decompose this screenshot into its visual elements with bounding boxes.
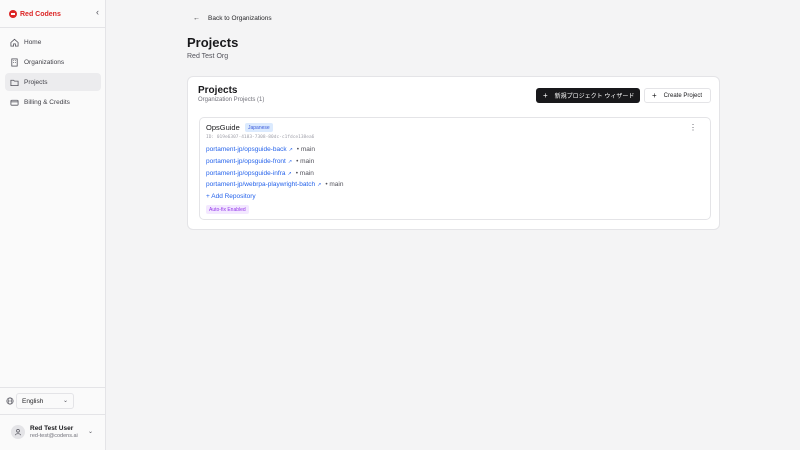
new-project-wizard-button[interactable]: + 新規プロジェクト ウィザード <box>536 88 640 103</box>
back-label: Back to Organizations <box>208 15 272 22</box>
user-email: red-test@codens.ai <box>30 433 78 439</box>
divider <box>0 387 106 388</box>
page-title: Projects <box>187 35 239 50</box>
create-project-button[interactable]: + Create Project <box>644 88 711 103</box>
autofix-badge: Auto-fix Enabled <box>206 205 249 214</box>
sidebar-item-label: Billing & Credits <box>24 98 70 106</box>
projects-card: Projects Organization Projects (1) + 新規プ… <box>187 76 720 230</box>
repo-link[interactable]: portament-jp/opsguide-back <box>206 146 287 153</box>
branch-label: • main <box>296 146 315 153</box>
repo-link[interactable]: portament-jp/opsguide-front <box>206 158 286 165</box>
repo-link[interactable]: portament-jp/opsguide-infra <box>206 170 286 177</box>
branch-label: • main <box>295 170 314 177</box>
language-select[interactable]: English ⌄ <box>16 393 74 409</box>
plus-icon: + <box>652 91 657 100</box>
repo-item: portament-jp/opsguide-infra ↗ • main <box>206 170 314 177</box>
project-name[interactable]: OpsGuide <box>206 123 240 132</box>
building-icon <box>10 57 19 67</box>
project-card: OpsGuide Japanese ⋮ ID: 019e6307-4183-73… <box>199 117 711 220</box>
home-icon <box>10 38 19 47</box>
add-repository-button[interactable]: + Add Repository <box>206 193 256 200</box>
wizard-label: 新規プロジェクト ウィザード <box>554 94 635 100</box>
sidebar-item-organizations[interactable]: Organizations <box>5 53 101 71</box>
brand-name: Red Codens <box>20 10 61 18</box>
repo-link[interactable]: portament-jp/webrpa-playwright-batch <box>206 181 315 188</box>
sidebar-item-billing[interactable]: Billing & Credits <box>5 93 101 111</box>
sidebar-item-label: Projects <box>24 78 48 86</box>
branch-label: • main <box>325 181 344 188</box>
branch-label: • main <box>296 158 315 165</box>
plus-icon: + <box>543 91 548 100</box>
language-badge: Japanese <box>245 123 273 132</box>
repo-item: portament-jp/webrpa-playwright-batch ↗ •… <box>206 181 343 188</box>
arrow-left-icon: ← <box>193 15 200 22</box>
folder-icon <box>10 78 19 87</box>
more-options-icon[interactable]: ⋮ <box>689 123 697 132</box>
card-title: Projects <box>198 85 238 96</box>
card-subtitle: Organization Projects (1) <box>198 97 265 103</box>
back-to-organizations-link[interactable]: ← Back to Organizations <box>193 15 272 22</box>
page-subtitle: Red Test Org <box>187 53 229 60</box>
external-link-icon: ↗ <box>288 146 293 153</box>
user-icon <box>15 429 21 436</box>
credit-card-icon <box>10 98 19 107</box>
external-link-icon: ↗ <box>287 170 292 177</box>
globe-icon <box>6 397 14 405</box>
project-id: ID: 019e6307-4183-7308-80dc-c1fdce138ea6 <box>206 135 315 140</box>
sidebar-item-label: Home <box>24 38 42 46</box>
language-value: English <box>22 397 44 405</box>
user-name: Red Test User <box>30 425 74 432</box>
avatar[interactable] <box>11 425 25 439</box>
collapse-sidebar-icon[interactable]: ‹ <box>96 7 99 17</box>
sidebar: Red Codens ‹ Home Organizations Projects… <box>0 0 106 450</box>
sidebar-item-projects[interactable]: Projects <box>5 73 101 91</box>
external-link-icon: ↗ <box>317 181 322 188</box>
sidebar-item-label: Organizations <box>24 58 65 66</box>
logo-icon <box>9 10 17 18</box>
repo-item: portament-jp/opsguide-front ↗ • main <box>206 158 314 165</box>
user-menu-chevron-icon[interactable]: ⌄ <box>88 428 93 435</box>
create-label: Create Project <box>663 92 703 99</box>
chevron-down-icon: ⌄ <box>62 398 68 404</box>
divider <box>0 414 106 415</box>
brand[interactable]: Red Codens ‹ <box>9 7 99 20</box>
external-link-icon: ↗ <box>287 158 293 165</box>
divider <box>0 27 106 28</box>
sidebar-item-home[interactable]: Home <box>5 33 101 51</box>
repo-item: portament-jp/opsguide-back ↗ • main <box>206 146 315 153</box>
